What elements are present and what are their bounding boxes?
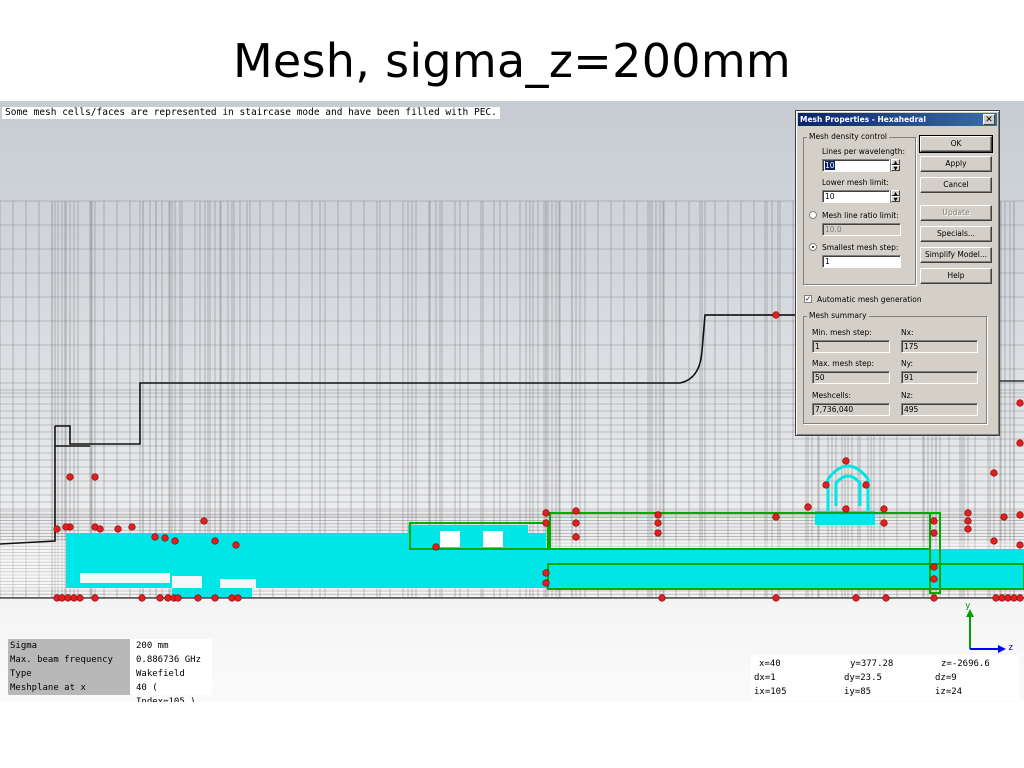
info-key: Meshplane at x <box>8 681 130 695</box>
coord-ix: ix=105 <box>754 687 787 697</box>
axes-glyph <box>966 609 1006 653</box>
lower-mesh-limit-label: Lower mesh limit: <box>822 178 889 187</box>
y-axis-label: y <box>965 601 971 611</box>
nx-value: 175 <box>901 340 978 353</box>
mesh-line-ratio-input: 10.0 <box>822 223 901 236</box>
staircase-notice: Some mesh cells/faces are represented in… <box>2 107 500 119</box>
lines-per-wavelength-spinner[interactable]: ▲ ▼ <box>890 159 900 172</box>
automatic-mesh-checkbox[interactable]: ✓ <box>804 295 812 303</box>
meshcells-value: 7,736,040 <box>812 403 890 416</box>
nz-label: Nz: <box>901 391 914 400</box>
ny-value: 91 <box>901 371 978 384</box>
apply-button[interactable]: Apply <box>920 156 992 172</box>
info-value: 0.886736 GHz <box>130 653 212 667</box>
automatic-mesh-label: Automatic mesh generation <box>817 295 922 304</box>
lines-per-wavelength-input[interactable]: 10 <box>822 159 890 172</box>
info-key: Sigma <box>8 639 130 653</box>
coord-iy: iy=85 <box>844 687 872 697</box>
mesh-line-ratio-radio[interactable] <box>809 211 817 219</box>
max-mesh-step-value: 50 <box>812 371 890 384</box>
info-row-frequency: Max. beam frequency 0.886736 GHz <box>8 653 212 667</box>
coord-dy: dy=23.5 <box>844 673 882 683</box>
coord-x: x=40 <box>759 659 781 669</box>
coord-y: y=377.28 <box>850 659 894 669</box>
update-button: Update <box>920 205 992 221</box>
info-key: Max. beam frequency <box>8 653 130 667</box>
smallest-mesh-step-label: Smallest mesh step: <box>822 243 899 252</box>
mesh-properties-dialog[interactable]: Mesh Properties - Hexahedral ✕ Mesh dens… <box>795 110 1000 436</box>
ok-button[interactable]: OK <box>919 135 993 153</box>
coord-iz: iz=24 <box>935 687 963 697</box>
info-row-meshplane: Meshplane at x 40 ( Index=105 ) <box>8 681 212 702</box>
smallest-mesh-step-radio[interactable] <box>809 243 817 251</box>
min-mesh-step-value: 1 <box>812 340 890 353</box>
summary-group-title: Mesh summary <box>807 311 869 320</box>
coord-dx: dx=1 <box>754 673 776 683</box>
help-button[interactable]: Help <box>920 268 992 284</box>
dialog-titlebar[interactable]: Mesh Properties - Hexahedral ✕ <box>798 113 997 126</box>
slide-title: Mesh, sigma_z=200mm <box>232 34 792 88</box>
lines-per-wavelength-label: Lines per wavelength: <box>822 147 905 156</box>
dialog-title: Mesh Properties - Hexahedral <box>800 115 926 124</box>
z-axis-label: z <box>1008 643 1014 653</box>
info-row-sigma: Sigma 200 mm <box>8 639 212 653</box>
coord-dz: dz=9 <box>935 673 957 683</box>
mesh-viewport[interactable]: Some mesh cells/faces are represented in… <box>0 101 1024 702</box>
nz-value: 495 <box>901 403 978 416</box>
mesh-line-ratio-label: Mesh line ratio limit: <box>822 211 899 220</box>
coord-z: z=-2696.6 <box>941 659 990 669</box>
info-value: 40 ( Index=105 ) <box>130 681 212 702</box>
info-key: Type <box>8 667 130 681</box>
cancel-button[interactable]: Cancel <box>920 177 992 193</box>
lower-mesh-limit-spinner[interactable]: ▲ ▼ <box>890 190 900 203</box>
ny-label: Ny: <box>901 359 914 368</box>
meshcells-label: Meshcells: <box>812 391 852 400</box>
info-row-type: Type Wakefield Mesh <box>8 667 212 693</box>
lower-mesh-limit-input[interactable]: 10 <box>822 190 890 203</box>
coordinate-readout: x=40 y=377.28 z=-2696.6 dx=1 dy=23.5 dz=… <box>751 655 1019 701</box>
info-value: Wakefield Mesh <box>130 667 212 693</box>
simplify-model-button[interactable]: Simplify Model... <box>920 247 992 263</box>
close-icon[interactable]: ✕ <box>983 114 995 125</box>
nx-label: Nx: <box>901 328 914 337</box>
info-value: 200 mm <box>130 639 212 653</box>
mesh-info-panel: Sigma 200 mm Max. beam frequency 0.88673… <box>8 639 212 702</box>
min-mesh-step-label: Min. mesh step: <box>812 328 872 337</box>
density-group-title: Mesh density control <box>807 132 890 141</box>
max-mesh-step-label: Max. mesh step: <box>812 359 874 368</box>
smallest-mesh-step-input[interactable]: 1 <box>822 255 901 268</box>
specials-button[interactable]: Specials... <box>920 226 992 242</box>
